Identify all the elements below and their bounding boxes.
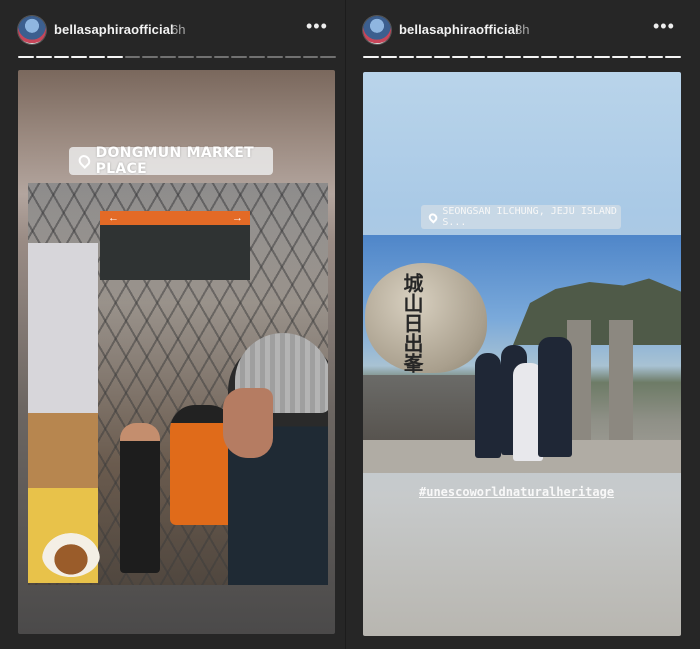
progress-segment bbox=[487, 56, 504, 58]
location-label: SEONGSAN ILCHUNG, JEJU ISLAND S... bbox=[442, 206, 617, 228]
progress-segment bbox=[576, 56, 593, 58]
market-sign-board: ← → bbox=[100, 211, 250, 280]
progress-segment bbox=[18, 56, 34, 58]
story-header: bellasaphiraofficial 6h ••• bbox=[18, 14, 345, 46]
hashtag-text[interactable]: #unescoworldnaturalheritage bbox=[419, 483, 659, 501]
progress-segment bbox=[249, 56, 265, 58]
progress-segment bbox=[398, 56, 415, 58]
person-figure bbox=[120, 423, 160, 573]
progress-segment bbox=[71, 56, 88, 58]
progress-segment bbox=[647, 56, 664, 58]
story-panel-1[interactable]: bellasaphiraofficial 6h ••• ← → DONGMUN … bbox=[0, 0, 345, 649]
progress-segment bbox=[124, 56, 141, 58]
timestamp: 3h bbox=[515, 22, 530, 37]
progress-segment bbox=[611, 56, 628, 58]
story-panel-2[interactable]: bellasaphiraofficial 3h ••• SEONGSAN ILC… bbox=[345, 0, 700, 649]
location-sticker[interactable]: SEONGSAN ILCHUNG, JEJU ISLAND S... bbox=[421, 205, 621, 229]
stone-engraving: 城山日出峯 bbox=[400, 273, 424, 373]
story-photo: ← → bbox=[28, 183, 328, 585]
progress-segment bbox=[302, 56, 319, 58]
progress-segment bbox=[160, 56, 177, 58]
person-figure bbox=[538, 337, 572, 457]
progress-segment bbox=[523, 56, 539, 58]
cliff bbox=[513, 278, 681, 345]
progress-segment bbox=[451, 56, 468, 58]
progress-segment bbox=[363, 56, 379, 58]
username[interactable]: bellasaphiraofficial bbox=[54, 22, 174, 37]
timestamp: 6h bbox=[171, 22, 186, 37]
progress-segment bbox=[665, 56, 682, 58]
story-header: bellasaphiraofficial 3h ••• bbox=[363, 14, 700, 46]
pillar bbox=[609, 320, 633, 440]
progress-segment bbox=[231, 56, 248, 58]
progress-segment bbox=[558, 56, 575, 58]
location-sticker[interactable]: DONGMUN MARKET PLACE bbox=[69, 145, 273, 177]
progress-segment bbox=[35, 56, 52, 58]
story-frame[interactable]: SEONGSAN ILCHUNG, JEJU ISLAND S... 城山日出峯… bbox=[363, 72, 681, 636]
progress-segment bbox=[89, 56, 105, 58]
story-photo: 城山日出峯 bbox=[363, 235, 681, 473]
engraved-stone: 城山日出峯 bbox=[365, 263, 487, 373]
progress-segment bbox=[53, 56, 70, 58]
location-pin-icon bbox=[427, 210, 440, 224]
progress-segment bbox=[106, 56, 123, 58]
progress-segment bbox=[505, 56, 522, 58]
story-progress-bar bbox=[18, 56, 337, 59]
progress-segment bbox=[629, 56, 646, 58]
progress-segment bbox=[142, 56, 159, 58]
location-pin-icon bbox=[76, 153, 93, 169]
progress-segment bbox=[320, 56, 337, 58]
story-frame[interactable]: ← → DONGMUN MARKET PLACE bbox=[18, 70, 335, 634]
progress-segment bbox=[380, 56, 397, 58]
progress-segment bbox=[266, 56, 283, 58]
progress-segment bbox=[416, 56, 433, 58]
location-label: DONGMUN MARKET PLACE bbox=[95, 145, 254, 177]
progress-segment bbox=[540, 56, 557, 58]
more-horizontal-icon[interactable]: ••• bbox=[306, 16, 328, 37]
progress-segment bbox=[469, 56, 486, 58]
progress-segment bbox=[178, 56, 194, 58]
progress-segment bbox=[213, 56, 230, 58]
cake-sticker[interactable] bbox=[42, 533, 100, 577]
progress-segment bbox=[434, 56, 450, 58]
shop-facade bbox=[28, 243, 98, 583]
username[interactable]: bellasaphiraofficial bbox=[399, 22, 519, 37]
face bbox=[223, 388, 273, 458]
plaque-wall bbox=[363, 375, 493, 445]
avatar[interactable] bbox=[363, 16, 391, 44]
story-progress-bar bbox=[363, 56, 682, 59]
more-horizontal-icon[interactable]: ••• bbox=[653, 16, 675, 37]
progress-segment bbox=[195, 56, 212, 58]
person-figure bbox=[475, 353, 501, 458]
progress-segment bbox=[594, 56, 610, 58]
avatar[interactable] bbox=[18, 16, 46, 44]
progress-segment bbox=[284, 56, 301, 58]
